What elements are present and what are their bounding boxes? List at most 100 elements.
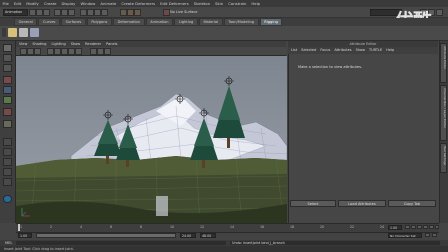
step-forward-icon[interactable] (429, 225, 434, 229)
perspective-viewport[interactable] (16, 56, 287, 223)
attribute-menu-show[interactable]: Show (356, 47, 365, 54)
shelf-tab-animation[interactable]: Animation (145, 18, 174, 26)
bookmark-icon[interactable] (34, 48, 41, 55)
menu-item-file[interactable]: File (0, 1, 11, 6)
attribute-menu-focus[interactable]: Focus (320, 47, 330, 54)
character-set-field[interactable]: No Character Set (388, 233, 422, 238)
menu-item-skin[interactable]: Skin (213, 1, 226, 6)
new-scene-icon[interactable] (29, 9, 36, 16)
menu-item-modify[interactable]: Modify (24, 1, 42, 6)
step-back-icon[interactable] (411, 225, 416, 229)
menu-item-create[interactable]: Create (41, 1, 59, 6)
range-slider[interactable] (36, 233, 176, 238)
select-button[interactable]: Select (290, 200, 336, 207)
menu-item-display[interactable]: Display (59, 1, 78, 6)
play-back-icon[interactable] (417, 225, 422, 229)
shelf-tab-surfaces[interactable]: Surfaces (61, 18, 86, 26)
copy-tab-button[interactable]: Copy Tab (388, 200, 436, 207)
menu-item-animate[interactable]: Animate (98, 1, 119, 6)
hypershade-layout-icon[interactable] (3, 178, 12, 186)
side-tab-attribute-editor[interactable]: Attribute Editor (440, 43, 447, 83)
snap-curve-icon[interactable] (87, 9, 94, 16)
isolate-select-icon[interactable] (104, 48, 111, 55)
shelf-tab-polygons[interactable]: Polygons (86, 18, 112, 26)
select-component-icon[interactable] (68, 9, 75, 16)
side-tab-channel-box[interactable]: Channel Box / Layer Editor (440, 85, 447, 141)
side-tab-tool-settings[interactable]: Tool Settings (440, 143, 447, 173)
lasso-tool-icon[interactable] (3, 54, 12, 62)
play-forward-icon[interactable] (423, 225, 428, 229)
persp-graph-layout-icon[interactable] (3, 168, 12, 176)
range-start-field[interactable]: 1.00 (18, 233, 32, 238)
render-settings-icon[interactable] (134, 9, 141, 16)
preferences-icon[interactable] (432, 233, 437, 237)
render-icon[interactable] (120, 9, 127, 16)
persp-outliner-layout-icon[interactable] (3, 158, 12, 166)
shelf-tab-deformation[interactable]: Deformation (112, 18, 145, 26)
xray-icon[interactable] (90, 48, 97, 55)
scale-tool-icon[interactable] (3, 96, 12, 104)
go-to-end-icon[interactable] (435, 225, 439, 229)
grid-toggle-icon[interactable] (47, 48, 54, 55)
go-to-start-icon[interactable] (405, 225, 410, 229)
command-input[interactable] (16, 241, 226, 245)
select-camera-icon[interactable] (20, 48, 27, 55)
live-surface-icon[interactable] (163, 9, 170, 16)
range-end-field[interactable]: 24.00 (180, 233, 196, 238)
menu-item-edit-deformers[interactable]: Edit Deformers (158, 1, 192, 6)
auto-key-icon[interactable] (425, 233, 430, 237)
select-tool-icon[interactable] (3, 44, 12, 52)
paint-select-tool-icon[interactable] (3, 64, 12, 72)
menu-item-create-deformers[interactable]: Create Deformers (119, 1, 158, 6)
attribute-menu-list[interactable]: List (291, 47, 297, 54)
camera-attributes-icon[interactable] (27, 48, 34, 55)
rotate-tool-icon[interactable] (3, 86, 12, 94)
shelf-tab-rigging[interactable]: Rigging (259, 18, 283, 26)
menu-item-constrain[interactable]: Constrain (226, 1, 249, 6)
script-language-label[interactable]: MEL (5, 241, 12, 245)
select-hierarchy-icon[interactable] (54, 9, 61, 16)
single-perspective-layout-icon[interactable] (3, 138, 12, 146)
smooth-shade-icon[interactable] (61, 48, 68, 55)
snap-plane-icon[interactable] (101, 9, 108, 16)
snap-grid-icon[interactable] (80, 9, 87, 16)
open-scene-icon[interactable] (36, 9, 43, 16)
shelf-tab-curves[interactable]: Curves (38, 18, 61, 26)
menu-item-help[interactable]: Help (249, 1, 263, 6)
shelf-tab-general[interactable]: General (14, 18, 38, 26)
lighting-icon[interactable] (75, 48, 82, 55)
last-tool-icon[interactable] (3, 120, 12, 128)
menu-set-dropdown[interactable]: Animation (3, 9, 28, 16)
textured-icon[interactable] (68, 48, 75, 55)
xray-joints-icon[interactable] (97, 48, 104, 55)
shelf-menu-icon[interactable] (2, 28, 6, 37)
toggle-channel-box-icon[interactable] (436, 9, 443, 16)
bind-skin-icon[interactable] (30, 28, 39, 37)
wireframe-icon[interactable] (54, 48, 61, 55)
shelf-tab-material[interactable]: Material (198, 18, 223, 26)
ipr-render-icon[interactable] (127, 9, 134, 16)
menu-item-edit[interactable]: Edit (11, 1, 23, 6)
menu-item-skeleton[interactable]: Skeleton (191, 1, 212, 6)
four-view-layout-icon[interactable] (3, 148, 12, 156)
shelf-tab-lighting[interactable]: Lighting (174, 18, 198, 26)
attribute-menu-attributes[interactable]: Attributes (334, 47, 351, 54)
current-frame-field[interactable]: 1.00 (388, 225, 402, 230)
manipulator-tool-icon[interactable] (3, 108, 12, 116)
select-object-icon[interactable] (61, 9, 68, 16)
attribute-menu-help[interactable]: Help (386, 47, 394, 54)
attribute-menu-turtle[interactable]: TURTLE (369, 47, 382, 54)
load-attributes-button[interactable]: Load Attributes (338, 200, 386, 207)
attribute-menu-selected[interactable]: Selected (301, 47, 316, 54)
anim-end-field[interactable]: 48.00 (200, 233, 216, 238)
command-result-field: Undo: insertJoint bind_j_branch (230, 241, 440, 245)
current-time-marker[interactable] (18, 224, 20, 231)
time-tick-label: 18 (290, 225, 295, 229)
shelf-tab-toon-modeling[interactable]: Toon/Modeling (223, 18, 259, 26)
save-scene-icon[interactable] (43, 9, 50, 16)
joint-tool-icon[interactable] (8, 28, 17, 37)
menu-item-window[interactable]: Window (78, 1, 98, 6)
ik-handle-icon[interactable] (19, 28, 28, 37)
snap-point-icon[interactable] (94, 9, 101, 16)
move-tool-icon[interactable] (3, 76, 12, 84)
